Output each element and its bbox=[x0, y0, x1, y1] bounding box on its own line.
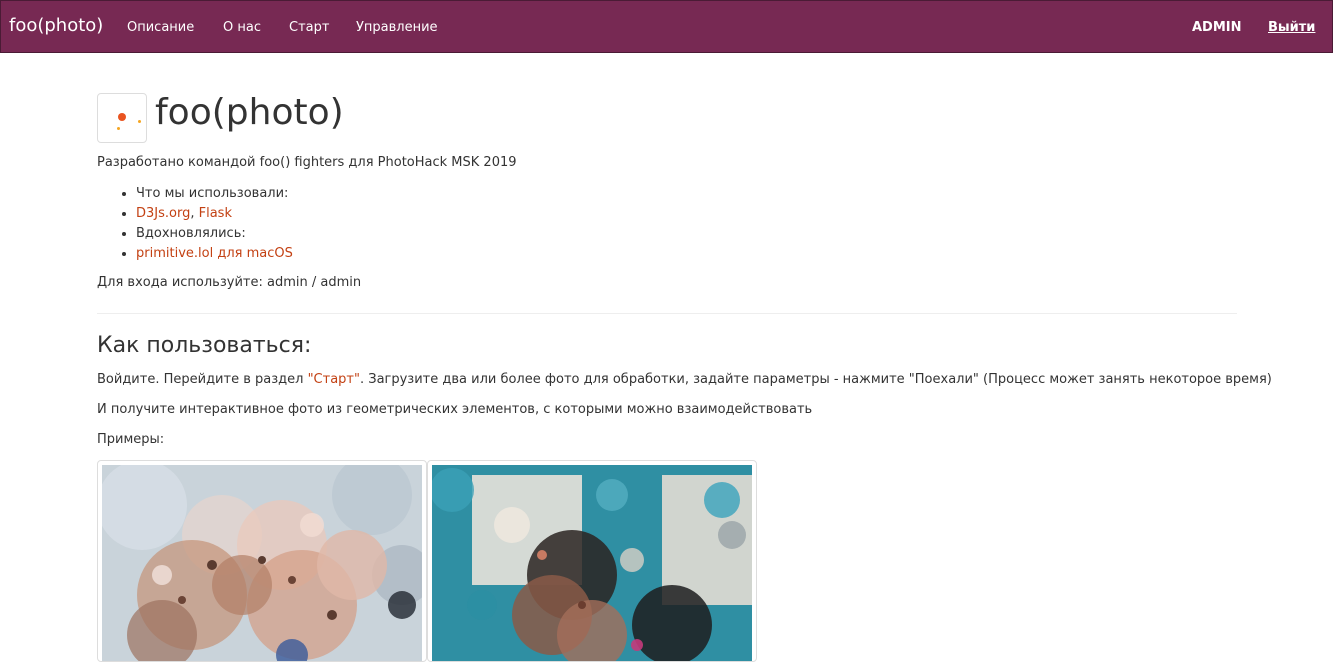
d3js-link[interactable]: D3Js.org bbox=[136, 206, 190, 221]
example-image bbox=[102, 465, 422, 661]
list-item: primitive.lol для macOS bbox=[136, 244, 293, 264]
brand-link[interactable]: foo(photo) bbox=[9, 15, 103, 36]
nav-link-about[interactable]: О нас bbox=[223, 20, 261, 35]
divider bbox=[97, 313, 1237, 314]
login-hint-text: Для входа используйте: admin / admin bbox=[97, 275, 362, 290]
tech-list: Что мы использовали: D3Js.org, Flask Вдо… bbox=[118, 184, 293, 264]
nav-link-start[interactable]: Старт bbox=[289, 20, 329, 35]
inspired-label: Вдохновлялись: bbox=[136, 226, 246, 241]
list-item: D3Js.org, Flask bbox=[136, 204, 293, 224]
example-thumbnail[interactable] bbox=[97, 460, 427, 662]
logo-dot bbox=[118, 113, 126, 121]
instructions-suffix: . Загрузите два или более фото для обраб… bbox=[359, 372, 1272, 387]
developed-by-text: Разработано командой foo() fighters для … bbox=[97, 155, 517, 170]
examples-label: Примеры: bbox=[97, 432, 165, 447]
page-title: foo(photo) bbox=[155, 92, 344, 133]
used-label: Что мы использовали: bbox=[136, 186, 289, 201]
top-navbar: foo(photo) Описание О нас Старт Управлен… bbox=[0, 0, 1333, 53]
instructions-text: Войдите. Перейдите в раздел "Старт". Заг… bbox=[97, 372, 1272, 387]
primitive-link[interactable]: primitive.lol для macOS bbox=[136, 246, 293, 261]
list-item: Что мы использовали: bbox=[136, 184, 293, 204]
list-item: Вдохновлялись: bbox=[136, 224, 293, 244]
app-logo bbox=[97, 93, 147, 143]
separator-text: , bbox=[190, 206, 199, 221]
result-text: И получите интерактивное фото из геометр… bbox=[97, 402, 813, 417]
how-to-heading: Как пользоваться: bbox=[97, 333, 312, 358]
logo-dot bbox=[117, 127, 120, 130]
logout-link[interactable]: Выйти bbox=[1268, 20, 1315, 35]
example-thumbnail[interactable] bbox=[427, 460, 757, 662]
nav-link-manage[interactable]: Управление bbox=[356, 20, 438, 35]
example-image bbox=[432, 465, 752, 661]
instructions-prefix: Войдите. Перейдите в раздел bbox=[97, 372, 308, 387]
current-user-label: ADMIN bbox=[1192, 20, 1242, 35]
nav-link-description[interactable]: Описание bbox=[127, 20, 194, 35]
start-section-link[interactable]: "Старт" bbox=[308, 372, 360, 387]
flask-link[interactable]: Flask bbox=[199, 206, 232, 221]
logo-dot bbox=[138, 120, 141, 123]
